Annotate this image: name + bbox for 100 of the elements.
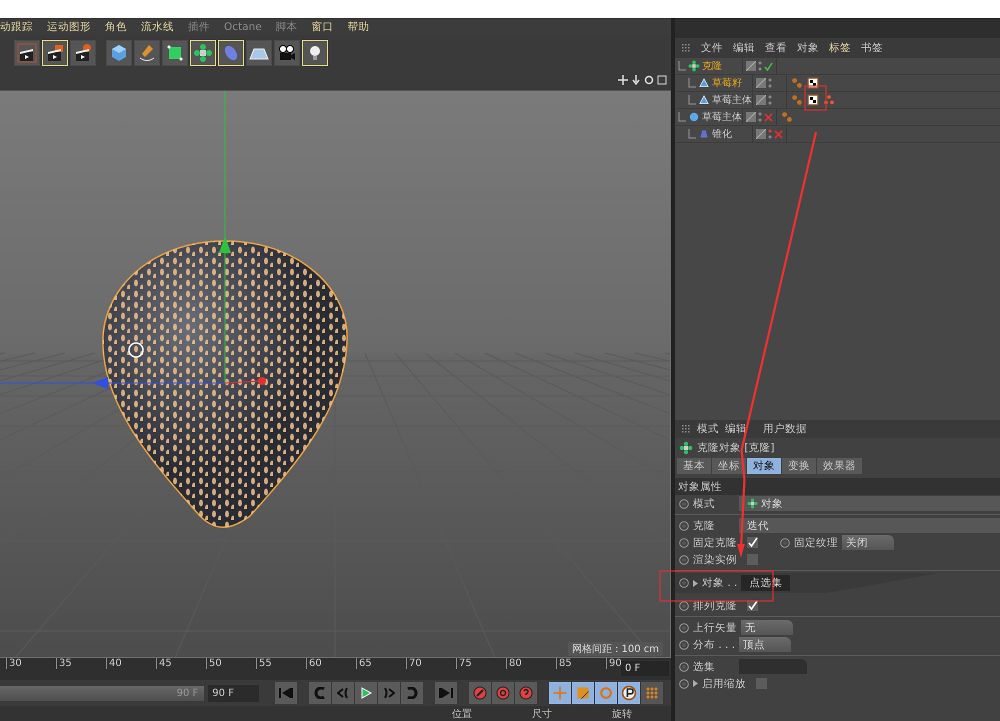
mode-field[interactable]: 迭代 [739, 518, 1000, 533]
attribute-tab[interactable]: 基本 [677, 458, 711, 474]
menu-item[interactable]: 用户数据 [763, 422, 807, 436]
visibility-dots-icon[interactable] [768, 129, 772, 139]
frame-tick: 85 [556, 658, 569, 669]
menu-item[interactable]: 编辑 [725, 422, 747, 436]
object-name[interactable]: 草莓籽 [712, 76, 742, 90]
menu-item[interactable]: 窗口 [312, 20, 334, 34]
cloner-icon [193, 42, 213, 62]
attribute-tab[interactable]: 效果器 [817, 458, 862, 474]
visibility-dots-icon[interactable] [758, 61, 762, 71]
attribute-tab[interactable]: 对象 [747, 458, 781, 474]
play-button[interactable] [355, 682, 377, 704]
cross-icon[interactable] [774, 130, 783, 138]
expand-triangle-icon[interactable] [693, 680, 698, 687]
render-icon [45, 42, 65, 62]
frame-tick: 50 [206, 658, 219, 669]
end-frame-field[interactable]: 90 F [208, 684, 259, 702]
previous-frame-button[interactable] [332, 682, 354, 704]
attribute-tab[interactable]: 坐标 [712, 458, 746, 474]
toolbar-button[interactable] [14, 40, 40, 66]
menu-item[interactable]: 文件 [701, 41, 723, 55]
material-icon [807, 77, 819, 89]
mode-field[interactable]: 对象 [739, 496, 1000, 511]
visibility-dots-icon[interactable] [768, 78, 772, 88]
tree-line-icon [678, 112, 686, 122]
cross-icon[interactable] [764, 112, 773, 122]
key-mode-button[interactable] [618, 682, 640, 704]
window-icon[interactable] [657, 75, 667, 85]
next-key-button[interactable] [401, 682, 423, 704]
previous-key-button[interactable] [309, 682, 331, 704]
current-frame-field[interactable]: 0 F [621, 661, 669, 676]
frame-tick: 45 [156, 658, 169, 669]
skip-back-icon [279, 688, 293, 698]
frame-tick: 90 [606, 658, 619, 669]
checkbox[interactable] [747, 537, 758, 548]
object-name[interactable]: 克隆 [702, 59, 722, 73]
menu-item[interactable]: 动跟踪 [0, 20, 33, 34]
checkbox[interactable] [747, 554, 758, 565]
menu-item[interactable]: 流水线 [141, 20, 174, 34]
keyframe-icon[interactable] [679, 578, 689, 588]
autokey-button[interactable] [492, 682, 514, 704]
go-to-end-button[interactable] [435, 682, 457, 704]
keyframe-icon[interactable] [679, 600, 689, 610]
dropdown[interactable]: 无 [741, 620, 793, 635]
dropdown[interactable]: 顶点 [739, 637, 792, 652]
down-arrow-icon[interactable] [631, 75, 641, 85]
move-view-icon[interactable] [618, 75, 628, 85]
checkbox[interactable] [747, 600, 758, 611]
toolbar-button[interactable] [70, 40, 96, 66]
ring-icon [496, 686, 510, 700]
keyframe-icon[interactable] [679, 498, 689, 508]
help-icon [519, 686, 533, 700]
points-icon [644, 685, 660, 701]
play-icon [360, 687, 372, 699]
menu-item[interactable]: 编辑 [733, 41, 755, 55]
object-name[interactable]: 草莓主体 [702, 110, 742, 124]
dropdown[interactable]: 关闭 [842, 535, 894, 550]
toolbar-button[interactable] [274, 40, 300, 66]
field-label: 对象 . . [702, 576, 738, 590]
polygon-icon [698, 77, 710, 89]
grid-spacing-label: 网格间距 : 100 cm [568, 642, 663, 656]
grip-icon[interactable] [681, 43, 691, 53]
visibility-dots-icon[interactable] [768, 95, 772, 105]
check-icon[interactable] [764, 62, 773, 70]
menu-item[interactable]: 查看 [765, 41, 787, 55]
coordinate-header: 位置 [452, 708, 472, 720]
next-frame-button[interactable] [378, 682, 400, 704]
grip-icon[interactable] [681, 424, 691, 434]
move-icon [552, 685, 568, 701]
field-label: 渲染实例 [693, 552, 737, 566]
go-to-start-button[interactable] [275, 682, 297, 704]
attribute-tab[interactable]: 变换 [782, 458, 816, 474]
point-selection-icon [823, 94, 835, 106]
visibility-dots-icon[interactable] [758, 112, 762, 122]
toolbar-button[interactable] [246, 40, 272, 66]
subdivision-icon [165, 42, 185, 62]
menu-item[interactable]: 帮助 [348, 20, 370, 34]
menu-item[interactable]: 角色 [105, 20, 127, 34]
menu-item[interactable]: 模式 [697, 422, 719, 436]
sphere-icon [688, 111, 700, 123]
material-icon [807, 94, 819, 106]
coordinate-header: 旋转 [612, 708, 632, 720]
menu-item[interactable]: 运动图形 [47, 20, 91, 34]
expand-triangle-icon[interactable] [693, 580, 698, 586]
menu-item[interactable]: 书签 [861, 41, 883, 55]
menu-item[interactable]: 对象 [797, 41, 819, 55]
menu-item[interactable]: 标签 [829, 41, 851, 55]
help-button[interactable] [515, 682, 537, 704]
object-name[interactable]: 锥化 [712, 127, 732, 141]
render-settings-icon [73, 42, 93, 62]
record-button[interactable] [469, 682, 491, 704]
key-icon [473, 686, 487, 700]
object-name[interactable]: 草莓主体 [712, 93, 752, 107]
checkbox[interactable] [756, 678, 767, 689]
keyframe-icon[interactable] [780, 538, 790, 548]
section-header: 对象属性 [675, 478, 1000, 495]
frame-tick: 60 [306, 658, 319, 669]
field-label: 选集 [693, 660, 716, 674]
rotate-view-icon[interactable] [644, 75, 654, 85]
